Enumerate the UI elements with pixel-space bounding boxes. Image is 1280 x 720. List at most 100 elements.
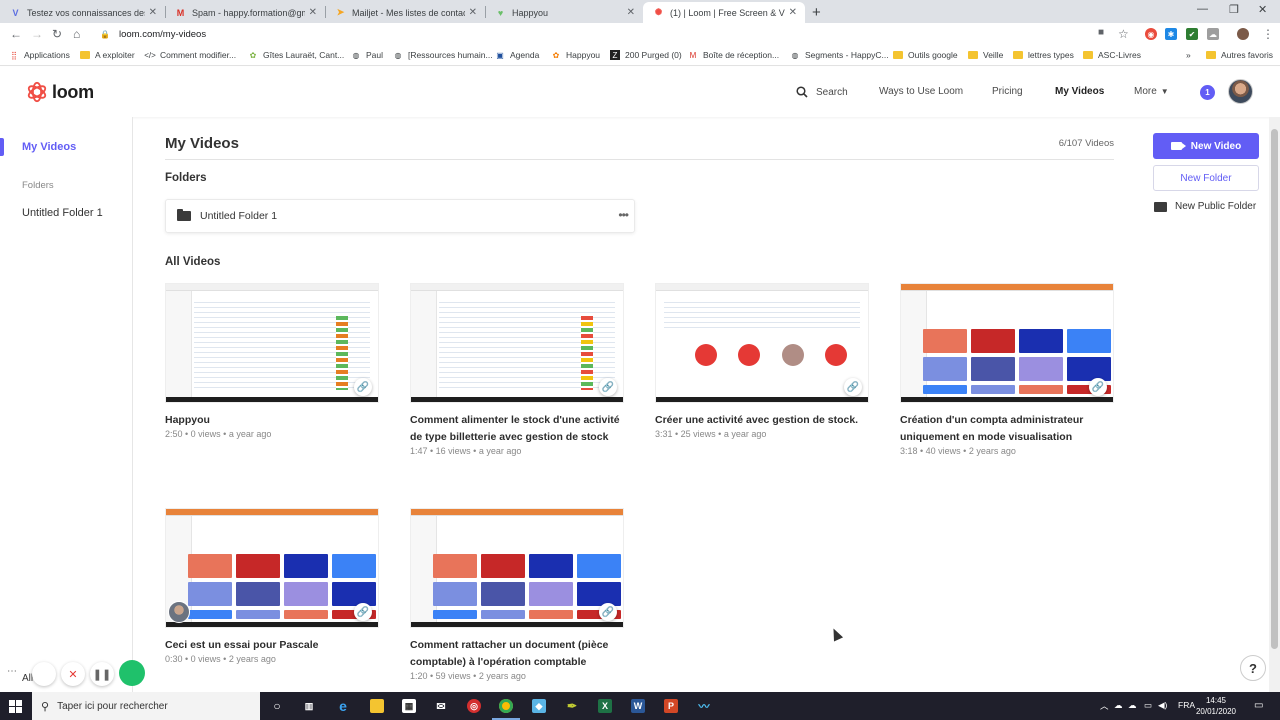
close-icon[interactable]: ✕ — [149, 7, 157, 18]
bookmark-item[interactable]: A exploiter — [80, 50, 135, 60]
clock[interactable]: 14:45 20/01/2020 — [1193, 695, 1239, 717]
bookmark-item[interactable]: M Boîte de réception... — [688, 50, 779, 60]
bookmark-item[interactable]: ▣ Agenda — [495, 50, 539, 60]
volume-icon[interactable]: ◀) — [1158, 700, 1167, 711]
profile-icon[interactable] — [1237, 28, 1249, 40]
link-icon[interactable]: 🔗 — [354, 378, 372, 396]
finish-recording-button[interactable] — [119, 660, 145, 686]
close-window-button[interactable]: ✕ — [1258, 3, 1267, 16]
forward-icon[interactable]: → — [31, 27, 43, 41]
link-icon[interactable]: 🔗 — [354, 603, 372, 621]
link-icon[interactable]: 🔗 — [1089, 378, 1107, 396]
new-folder-button[interactable]: New Folder — [1153, 165, 1259, 191]
video-title[interactable]: Comment alimenter le stock d'une activit… — [410, 412, 624, 446]
close-icon[interactable]: ✕ — [309, 7, 317, 18]
app-icon[interactable]: ◆ — [532, 699, 546, 713]
notification-badge[interactable]: 1 — [1200, 85, 1215, 100]
my-videos-link[interactable]: My Videos — [1055, 86, 1104, 97]
record-control[interactable] — [32, 662, 56, 686]
maximize-button[interactable]: ❐ — [1229, 3, 1239, 16]
notifications-icon[interactable]: ▭ — [1254, 700, 1263, 711]
browser-tab-happyou[interactable]: ♥ Happyou ✕ — [485, 2, 643, 23]
close-icon[interactable]: ✕ — [469, 7, 477, 18]
video-card[interactable]: 🔗 Comment alimenter le stock d'une activ… — [410, 283, 624, 456]
video-title[interactable]: Comment rattacher un document (pièce com… — [410, 637, 624, 671]
bookmark-item[interactable]: ◍ Segments - HappyC... — [790, 50, 889, 60]
tray-chevron-icon[interactable]: ︿ — [1100, 700, 1109, 712]
bookmarks-overflow[interactable]: » — [1186, 50, 1191, 60]
scrollbar[interactable] — [1269, 117, 1280, 692]
video-card[interactable]: 🔗 Création d'un compta administrateur un… — [900, 283, 1114, 456]
bookmark-item[interactable]: ✿ Gîtes Lauraët, Cant... — [248, 50, 345, 60]
scrollbar-thumb[interactable] — [1271, 129, 1278, 649]
url-field[interactable]: 🔒 loom.com/my-videos — [94, 26, 1094, 43]
cloud-icon[interactable]: ☁ — [1207, 28, 1219, 40]
sidebar-item-untitled-folder[interactable]: Untitled Folder 1 — [22, 207, 103, 219]
task-view-icon[interactable]: ▥ — [302, 699, 316, 713]
link-icon[interactable]: 🔗 — [844, 378, 862, 396]
reload-icon[interactable]: ↻ — [52, 27, 62, 41]
link-icon[interactable]: 🔗 — [599, 378, 617, 396]
more-menu[interactable]: More ▼ — [1134, 86, 1169, 97]
bookmark-item[interactable]: Veille — [968, 50, 1003, 60]
cloud-icon[interactable]: ☁ — [1128, 700, 1137, 711]
video-title[interactable]: Créer une activité avec gestion de stock… — [655, 412, 869, 429]
close-icon[interactable]: ✕ — [627, 7, 635, 18]
video-thumbnail[interactable]: 🔗 — [410, 283, 624, 403]
video-thumbnail[interactable]: 🔗 — [655, 283, 869, 403]
cortana-icon[interactable]: ○ — [270, 699, 284, 713]
app-icon[interactable]: ◎ — [467, 699, 481, 713]
video-thumbnail[interactable]: 🔗 — [900, 283, 1114, 403]
video-thumbnail[interactable]: 🔗 — [165, 508, 379, 628]
browser-tab-mailjet[interactable]: ➤ Mailjet - Mes listes de contacts ✕ — [325, 2, 485, 23]
network-icon[interactable]: ▭ — [1144, 700, 1152, 711]
browser-tab-quiz[interactable]: V Testez vos connaissances des rep ✕ — [0, 2, 165, 23]
sidebar-item-my-videos[interactable]: My Videos — [22, 141, 76, 153]
star-icon[interactable]: ☆ — [1118, 27, 1129, 41]
powerpoint-icon[interactable]: P — [664, 699, 678, 713]
bookmark-item[interactable]: ◍ [Ressources humain... — [393, 50, 493, 60]
bookmark-item[interactable]: </> Comment modifier... — [144, 50, 236, 60]
link-icon[interactable]: 🔗 — [599, 603, 617, 621]
video-card[interactable]: 🔗 Happyou 2:50 • 0 views • a year ago — [165, 283, 379, 439]
bookmark-item[interactable]: Outils google — [893, 50, 958, 60]
new-video-button[interactable]: New Video — [1153, 133, 1259, 159]
minimize-button[interactable]: — — [1197, 3, 1208, 15]
bookmark-item[interactable]: Z 200 Purged (0) — [610, 50, 682, 60]
video-title[interactable]: Ceci est un essai pour Pascale — [165, 637, 379, 654]
bookmark-item[interactable]: ✿ Happyou — [551, 50, 600, 60]
video-card[interactable]: 🔗 Ceci est un essai pour Pascale 0:30 • … — [165, 508, 379, 664]
mail-icon[interactable]: ✉ — [434, 699, 448, 713]
pause-icon[interactable]: ❚❚ — [90, 662, 114, 686]
tool-icon[interactable]: ✒ — [565, 699, 579, 713]
taskbar-search-input[interactable]: ⚲ Taper ici pour rechercher — [32, 692, 260, 720]
back-icon[interactable]: ← — [10, 27, 22, 41]
bookmark-item[interactable]: lettres types — [1013, 50, 1074, 60]
help-button[interactable]: ? — [1240, 655, 1266, 681]
video-thumbnail[interactable]: 🔗 — [165, 283, 379, 403]
video-thumbnail[interactable]: 🔗 — [410, 508, 624, 628]
video-title[interactable]: Happyou — [165, 412, 379, 429]
ways-to-use-link[interactable]: Ways to Use Loom — [879, 86, 963, 97]
video-title[interactable]: Création d'un compta administrateur uniq… — [900, 412, 1114, 446]
search-link[interactable]: Search — [796, 86, 848, 98]
bookmark-item[interactable]: ◍ Paul — [351, 50, 384, 60]
file-explorer-icon[interactable] — [370, 699, 384, 713]
excel-icon[interactable]: X — [598, 699, 612, 713]
chrome-icon[interactable] — [499, 699, 513, 713]
browser-tab-loom[interactable]: ✺ (1) | Loom | Free Screen & Video ✕ — [643, 2, 805, 23]
loom-logo[interactable]: loom — [26, 81, 94, 103]
word-icon[interactable]: W — [631, 699, 645, 713]
other-bookmarks[interactable]: Autres favoris — [1206, 50, 1273, 60]
new-tab-button[interactable]: + — [812, 4, 821, 21]
new-public-folder-button[interactable]: New Public Folder — [1154, 201, 1256, 212]
cancel-recording-icon[interactable]: ✕ — [61, 662, 85, 686]
checkmark-icon[interactable]: ✔ — [1186, 28, 1198, 40]
more-dots-icon[interactable]: ⋯ — [7, 666, 17, 677]
cloud-icon[interactable]: ☁ — [1114, 700, 1123, 711]
edge-icon[interactable]: e — [336, 698, 350, 714]
extension-icon[interactable]: ◉ — [1145, 28, 1157, 40]
home-icon[interactable]: ⌂ — [73, 27, 80, 41]
bookmark-item[interactable]: ASC-Livres — [1083, 50, 1141, 60]
user-avatar[interactable] — [1228, 79, 1253, 104]
